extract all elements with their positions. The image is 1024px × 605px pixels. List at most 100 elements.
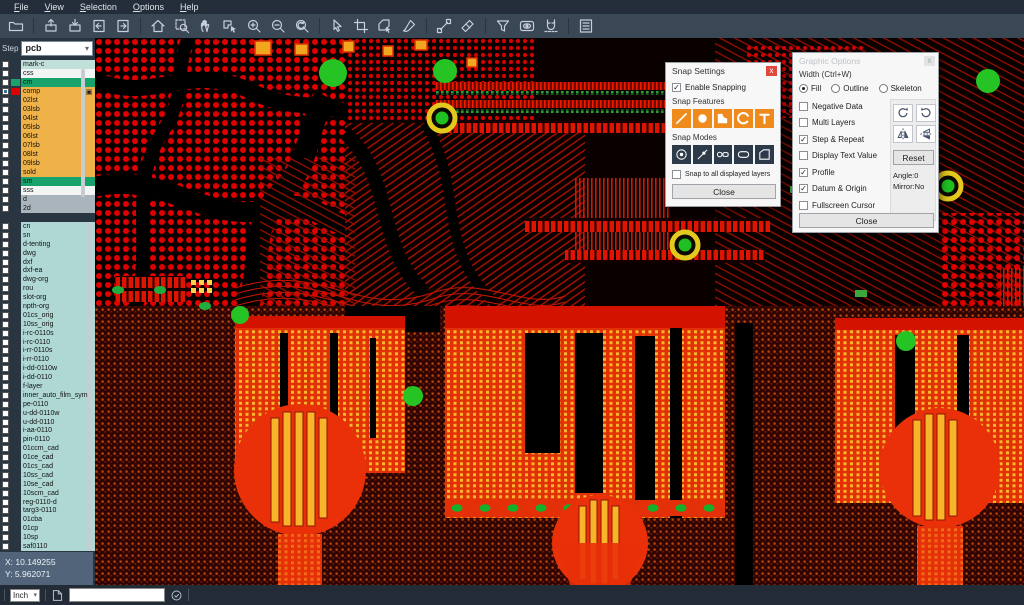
menu-file[interactable]: File <box>6 2 37 12</box>
layer-visibility-checkbox[interactable] <box>2 294 9 301</box>
layer-visibility-checkbox[interactable] <box>2 445 9 452</box>
layer-visibility-checkbox[interactable] <box>2 303 9 310</box>
layer-row-slot-org[interactable]: slot-org <box>0 293 95 302</box>
layer-row-mark-c[interactable]: mark-c <box>0 60 95 69</box>
layer-visibility-checkbox[interactable] <box>2 115 9 122</box>
layer-visibility-checkbox[interactable] <box>2 196 9 203</box>
layer-visibility-checkbox[interactable] <box>2 241 9 248</box>
layer-visibility-checkbox[interactable] <box>2 223 9 230</box>
option-display-text-value[interactable]: Display Text Value <box>799 148 883 165</box>
layer-row-i-rc-0110[interactable]: i-rc-0110 <box>0 338 95 347</box>
toolbar-page-next-button[interactable] <box>111 16 135 36</box>
layer-visibility-checkbox[interactable] <box>2 356 9 363</box>
layer-visibility-checkbox[interactable] <box>2 516 9 523</box>
layer-row-i-dd-0110[interactable]: i-dd-0110 <box>0 373 95 382</box>
toolbar-brush-button[interactable] <box>397 16 421 36</box>
layer-row-u-dd-0110w[interactable]: u-dd-0110w <box>0 409 95 418</box>
layer-row-pin-0110[interactable]: pin-0110 <box>0 435 95 444</box>
layer-visibility-checkbox[interactable] <box>2 436 9 443</box>
layer-row-10scm_cad[interactable]: 10scm_cad <box>0 489 95 498</box>
layer-visibility-checkbox[interactable] <box>2 259 9 266</box>
layer-visibility-checkbox[interactable] <box>2 383 9 390</box>
layer-visibility-checkbox[interactable] <box>2 339 9 346</box>
menu-help[interactable]: Help <box>172 2 207 12</box>
rotate-cw-button[interactable] <box>893 104 913 122</box>
layer-row-01ccm_cad[interactable]: 01ccm_cad <box>0 444 95 453</box>
layer-row-d-tenting[interactable]: d-tenting <box>0 240 95 249</box>
snap-mode-point-on-line-button[interactable] <box>693 145 712 164</box>
option-checkbox[interactable]: ✓ <box>799 168 808 177</box>
toolbar-zoom-in-button[interactable] <box>242 16 266 36</box>
layer-visibility-checkbox[interactable] <box>2 507 9 514</box>
toolbar-select-region-button[interactable] <box>349 16 373 36</box>
layer-visibility-checkbox[interactable] <box>2 142 9 149</box>
layer-visibility-checkbox[interactable] <box>2 427 9 434</box>
layer-row-i-rr-0110s[interactable]: i-rr-0110s <box>0 346 95 355</box>
option-fullscreen-cursor[interactable]: Fullscreen Cursor <box>799 197 883 214</box>
layer-row-inner_auto_film_symb[interactable]: inner_auto_film_symb <box>0 391 95 400</box>
snap-mode-polygon-button[interactable] <box>755 145 774 164</box>
layer-visibility-checkbox[interactable] <box>2 106 9 113</box>
layer-row-i-dd-0110w[interactable]: i-dd-0110w <box>0 364 95 373</box>
layer-visibility-checkbox[interactable] <box>2 79 9 86</box>
snap-feature-arc-button[interactable] <box>734 109 753 128</box>
flip-vertical-button[interactable] <box>916 125 936 143</box>
snap-mode-symbol-button[interactable] <box>714 145 733 164</box>
layer-row-u-dd-0110[interactable]: u-dd-0110 <box>0 418 95 427</box>
layer-visibility-checkbox[interactable] <box>2 169 9 176</box>
new-note-icon[interactable] <box>51 589 64 602</box>
toolbar-select-cursor-button[interactable] <box>325 16 349 36</box>
layer-row-rou[interactable]: rou <box>0 284 95 293</box>
layer-visibility-checkbox[interactable] <box>2 401 9 408</box>
layer-visibility-checkbox[interactable] <box>2 97 9 104</box>
option-checkbox[interactable] <box>799 118 808 127</box>
layer-visibility-checkbox[interactable] <box>2 312 9 319</box>
enable-snapping-row[interactable]: ✓ Enable Snapping <box>672 82 774 93</box>
menu-view[interactable]: View <box>37 2 72 12</box>
layer-list-main-scrollbar[interactable] <box>81 69 85 197</box>
layer-list-misc-scrollbar[interactable] <box>88 222 92 551</box>
toolbar-snap-magnet-button[interactable] <box>539 16 563 36</box>
option-profile[interactable]: ✓Profile <box>799 164 883 181</box>
layer-row-01cp[interactable]: 01cp <box>0 524 95 533</box>
snap-all-layers-row[interactable]: Snap to all displayed layers <box>672 169 774 180</box>
option-checkbox[interactable] <box>799 151 808 160</box>
snap-feature-pad-button[interactable] <box>714 109 733 128</box>
radio-outline[interactable]: Outline <box>831 84 868 93</box>
toolbar-measure-button[interactable] <box>432 16 456 36</box>
reset-button[interactable]: Reset <box>893 150 934 165</box>
menu-selection[interactable]: Selection <box>72 2 125 12</box>
layer-visibility-checkbox[interactable] <box>2 267 9 274</box>
layer-visibility-checkbox[interactable] <box>2 374 9 381</box>
layer-row-01ce_cad[interactable]: 01ce_cad <box>0 453 95 462</box>
layer-visibility-checkbox[interactable] <box>2 454 9 461</box>
toolbar-zoom-previous-button[interactable] <box>290 16 314 36</box>
layer-row-dxf-ea[interactable]: dxf-ea <box>0 266 95 275</box>
layer-visibility-checkbox[interactable] <box>2 490 9 497</box>
layer-visibility-checkbox[interactable] <box>2 321 9 328</box>
toolbar-open-folder-button[interactable] <box>4 16 28 36</box>
option-checkbox[interactable]: ✓ <box>799 135 808 144</box>
layer-visibility-checkbox[interactable] <box>2 463 9 470</box>
toolbar-filter-button[interactable] <box>491 16 515 36</box>
toolbar-zoom-window-button[interactable] <box>170 16 194 36</box>
toolbar-export-up-button[interactable] <box>39 16 63 36</box>
toolbar-pan-hand-button[interactable] <box>194 16 218 36</box>
layer-row-dxf[interactable]: dxf <box>0 258 95 267</box>
snap-all-layers-checkbox[interactable] <box>672 170 681 179</box>
toolbar-import-down-button[interactable] <box>63 16 87 36</box>
layer-visibility-checkbox[interactable] <box>2 472 9 479</box>
layer-row-i-aa-0110[interactable]: i-aa-0110 <box>0 426 95 435</box>
option-step-repeat[interactable]: ✓Step & Repeat <box>799 131 883 148</box>
layer-row-pe-0110[interactable]: pe-0110 <box>0 400 95 409</box>
layer-visibility-checkbox[interactable] <box>2 205 9 212</box>
layer-visibility-checkbox[interactable] <box>2 160 9 167</box>
apply-command-icon[interactable] <box>170 589 183 602</box>
enable-snapping-checkbox[interactable]: ✓ <box>672 83 681 92</box>
layer-visibility-checkbox[interactable] <box>2 187 9 194</box>
option-multi-layers[interactable]: Multi Layers <box>799 115 883 132</box>
snap-settings-close-icon[interactable]: x <box>766 66 777 76</box>
layer-row-dwg[interactable]: dwg <box>0 249 95 258</box>
option-checkbox[interactable]: ✓ <box>799 184 808 193</box>
layer-visibility-checkbox[interactable] <box>2 419 9 426</box>
